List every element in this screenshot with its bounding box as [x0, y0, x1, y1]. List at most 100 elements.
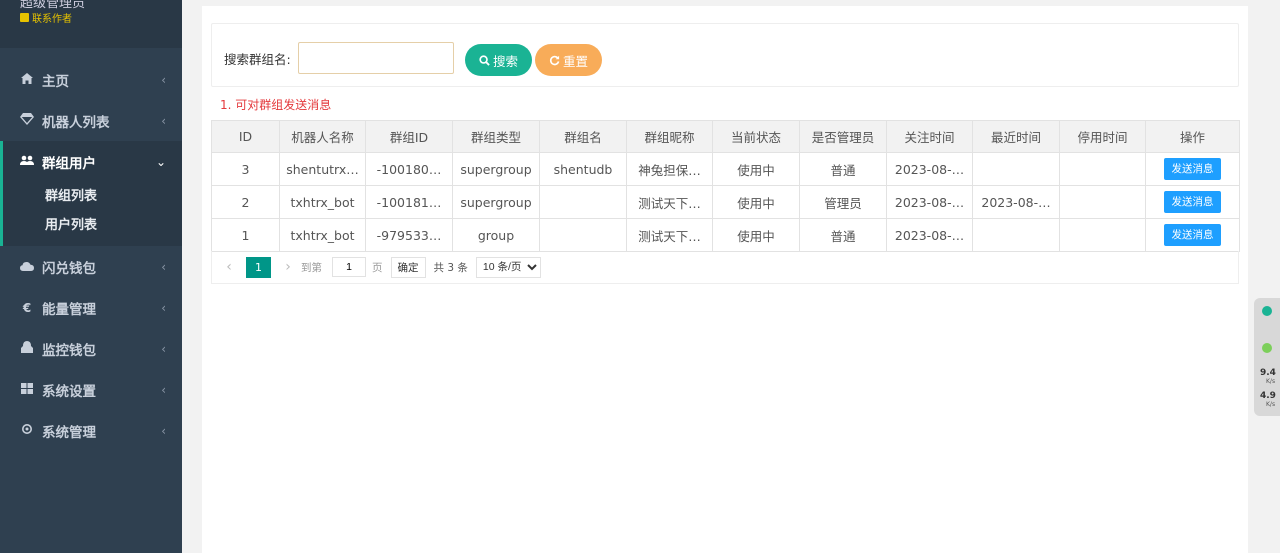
- table-row: 3 shentutrx… -100180… supergroup shentud…: [211, 152, 1240, 186]
- sidebar-item-group-users[interactable]: 群组用户 ⌄: [3, 141, 182, 182]
- contact-author-link[interactable]: 联系作者: [20, 10, 72, 25]
- cell-actions: 发送消息: [1145, 185, 1240, 219]
- cell-robot-name: txhtrx_bot: [279, 185, 366, 219]
- sidebar-subitem-user-list[interactable]: 用户列表: [3, 211, 182, 240]
- cell-status: 使用中: [712, 152, 800, 186]
- sidebar-item-label: 能量管理: [42, 301, 96, 318]
- group-table: ID 机器人名称 群组ID 群组类型 群组名 群组昵称 当前状态 是否管理员 关…: [211, 120, 1240, 252]
- chevron-left-icon: ‹: [161, 259, 166, 274]
- cell-group-nickname: 神兔担保…: [626, 152, 713, 186]
- total-count: 共 3 条: [433, 261, 468, 274]
- chevron-down-icon: ⌄: [155, 154, 166, 169]
- cell-is-admin: 普通: [799, 218, 887, 252]
- hint-note: 1. 可对群组发送消息: [220, 98, 332, 112]
- sidebar-subitem-group-list[interactable]: 群组列表: [3, 182, 182, 211]
- sidebar-item-label: 系统管理: [42, 424, 96, 441]
- cell-disable-time: [1059, 152, 1146, 186]
- sidebar-item-label: 系统设置: [42, 383, 96, 400]
- content-panel: 搜索群组名: 搜索 重置 1. 可对群组发送消息 ID 机器人名称 群组ID 群…: [202, 6, 1248, 553]
- search-button[interactable]: 搜索: [465, 44, 532, 76]
- table-row: 1 txhtrx_bot -979533… group 测试天下… 使用中 普通…: [211, 218, 1240, 252]
- send-message-button[interactable]: 发送消息: [1164, 191, 1221, 213]
- diamond-icon: [18, 113, 36, 128]
- prev-page-icon[interactable]: ‹: [222, 259, 236, 275]
- column-header: 群组类型: [452, 120, 540, 153]
- refresh-icon: [549, 55, 560, 65]
- cell-id: 3: [211, 152, 280, 186]
- column-header: 群组昵称: [626, 120, 713, 153]
- upload-unit: K/s: [1266, 378, 1276, 385]
- cell-group-id: -100181…: [365, 185, 453, 219]
- sidebar-item-energy[interactable]: € 能量管理 ‹: [0, 287, 182, 328]
- send-message-button[interactable]: 发送消息: [1164, 158, 1221, 180]
- send-message-button[interactable]: 发送消息: [1164, 224, 1221, 246]
- cell-status: 使用中: [712, 185, 800, 219]
- cell-group-id: -100180…: [365, 152, 453, 186]
- upload-speed: 9.4: [1260, 368, 1276, 378]
- status-dot-icon: [1262, 343, 1272, 353]
- chevron-left-icon: ‹: [161, 423, 166, 438]
- table-header-row: ID 机器人名称 群组ID 群组类型 群组名 群组昵称 当前状态 是否管理员 关…: [211, 120, 1240, 153]
- cell-follow-time: 2023-08-…: [886, 152, 973, 186]
- sidebar-item-home[interactable]: 主页 ‹: [0, 59, 182, 100]
- cell-recent-time: [972, 152, 1060, 186]
- cell-group-name: [539, 218, 627, 252]
- cell-is-admin: 普通: [799, 152, 887, 186]
- table-body: 3 shentutrx… -100180… supergroup shentud…: [211, 152, 1240, 252]
- sidebar-item-label: 群组用户: [42, 155, 96, 172]
- cell-follow-time: 2023-08-…: [886, 218, 973, 252]
- page-button-current[interactable]: 1: [246, 256, 271, 278]
- cell-group-id: -979533…: [365, 218, 453, 252]
- sidebar-item-label: 主页: [42, 73, 69, 90]
- page-size-select[interactable]: 10 条/页: [475, 256, 541, 278]
- cell-recent-time: [972, 218, 1060, 252]
- cell-actions: 发送消息: [1145, 218, 1240, 252]
- cell-disable-time: [1059, 218, 1146, 252]
- table-row: 2 txhtrx_bot -100181… supergroup 测试天下… 使…: [211, 185, 1240, 219]
- grid-icon: [18, 382, 36, 397]
- cell-group-nickname: 测试天下…: [626, 218, 713, 252]
- column-header: 群组ID: [365, 120, 453, 153]
- cell-robot-name: shentutrx…: [279, 152, 366, 186]
- goto-confirm-button[interactable]: 确定: [390, 256, 426, 278]
- search-icon: [479, 54, 490, 66]
- chevron-left-icon: ‹: [161, 300, 166, 315]
- search-button-label: 搜索: [492, 53, 518, 69]
- cell-is-admin: 管理员: [799, 185, 887, 219]
- goto-label: 到第: [301, 261, 322, 274]
- reset-button[interactable]: 重置: [535, 44, 602, 76]
- cell-disable-time: [1059, 185, 1146, 219]
- network-speed-widget[interactable]: 9.4 K/s 4.9 K/s: [1254, 298, 1280, 416]
- next-page-icon[interactable]: ›: [281, 259, 295, 275]
- group-name-search-input[interactable]: [298, 42, 454, 74]
- column-header: 停用时间: [1059, 120, 1146, 153]
- cell-group-type: group: [452, 218, 540, 252]
- column-header: 当前状态: [712, 120, 800, 153]
- status-dot-icon: [1262, 306, 1272, 316]
- sidebar-item-flash-wallet[interactable]: 闪兑钱包 ‹: [0, 246, 182, 287]
- download-speed: 4.9: [1260, 391, 1276, 401]
- goto-page-input[interactable]: [332, 257, 366, 277]
- reset-button-label: 重置: [562, 53, 588, 69]
- sidebar: 超级管理员 联系作者 主页 ‹ 机器人列表 ‹ 群组用户 ⌄ 群组列表 用户列表: [0, 0, 182, 553]
- sidebar-item-monitor-wallet[interactable]: 监控钱包 ‹: [0, 328, 182, 369]
- eye-icon: [18, 341, 36, 356]
- cloud-icon: [18, 260, 36, 274]
- cell-actions: 发送消息: [1145, 152, 1240, 186]
- sidebar-item-label: 机器人列表: [42, 114, 110, 131]
- cell-id: 1: [211, 218, 280, 252]
- table-header: ID 机器人名称 群组ID 群组类型 群组名 群组昵称 当前状态 是否管理员 关…: [211, 120, 1240, 153]
- cell-status: 使用中: [712, 218, 800, 252]
- gear-icon: [18, 423, 36, 438]
- sidebar-item-label: 闪兑钱包: [42, 260, 96, 277]
- sidebar-item-system-admin[interactable]: 系统管理 ‹: [0, 410, 182, 451]
- users-icon: [18, 155, 36, 169]
- main-content: 搜索群组名: 搜索 重置 1. 可对群组发送消息 ID 机器人名称 群组ID 群…: [182, 0, 1280, 553]
- sidebar-item-robots[interactable]: 机器人列表 ‹: [0, 100, 182, 141]
- euro-icon: €: [22, 300, 32, 315]
- contact-author-label: 联系作者: [32, 14, 72, 25]
- sidebar-item-system-settings[interactable]: 系统设置 ‹: [0, 369, 182, 410]
- home-icon: [18, 72, 36, 87]
- cell-robot-name: txhtrx_bot: [279, 218, 366, 252]
- sidebar-header: 超级管理员 联系作者: [0, 0, 182, 48]
